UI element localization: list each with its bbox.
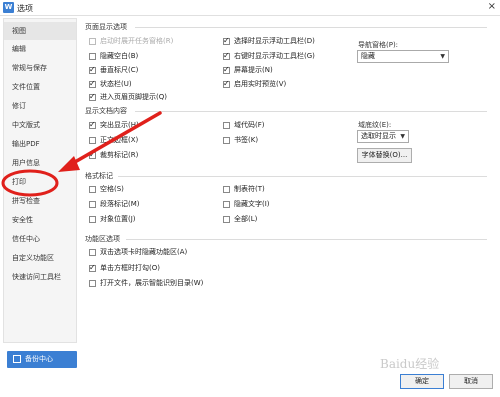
- checkbox-box[interactable]: [89, 280, 96, 287]
- checkbox-box[interactable]: [89, 137, 96, 144]
- window-title: 选项: [17, 4, 33, 13]
- checkbox-box[interactable]: [89, 79, 96, 88]
- sidebar-item-trust-center[interactable]: 信任中心: [4, 230, 76, 248]
- divider: [118, 176, 487, 177]
- group-title-format-marks: 格式标记: [85, 172, 113, 180]
- checkbox-box[interactable]: [223, 79, 230, 88]
- sidebar-item-quick-access[interactable]: 快速访问工具栏: [4, 268, 76, 286]
- divider: [126, 239, 487, 240]
- checkbox-box[interactable]: [89, 263, 96, 272]
- chevron-down-icon: ▼: [400, 133, 405, 140]
- sidebar-item-view[interactable]: 视图: [4, 22, 76, 40]
- checkbox-box[interactable]: [89, 216, 96, 223]
- checkbox-box[interactable]: [223, 65, 230, 74]
- sidebar-item-security[interactable]: 安全性: [4, 211, 76, 229]
- sidebar-item-edit[interactable]: 编辑: [4, 40, 76, 58]
- sidebar-item-customize-ribbon[interactable]: 自定义功能区: [4, 249, 76, 267]
- checkbox-box[interactable]: [89, 53, 96, 60]
- group-title-page-display: 页面显示选项: [85, 23, 127, 31]
- ok-button[interactable]: 确定: [400, 374, 444, 389]
- checkbox-box[interactable]: [89, 186, 96, 193]
- sidebar-item-general-save[interactable]: 常规与保存: [4, 59, 76, 77]
- watermark: Baidu经验: [380, 357, 440, 371]
- group-title-ribbon: 功能区选项: [85, 235, 120, 243]
- checkbox-box[interactable]: [89, 249, 96, 256]
- checkbox-box[interactable]: [223, 201, 230, 208]
- divider: [135, 27, 487, 28]
- sidebar-item-print[interactable]: 打印: [4, 173, 76, 191]
- sidebar-item-chinese-layout[interactable]: 中文版式: [4, 116, 76, 134]
- nav-pane-label: 导航窗格(P):: [358, 41, 399, 49]
- cancel-button[interactable]: 取消: [449, 374, 493, 389]
- checkbox-box[interactable]: [89, 201, 96, 208]
- sidebar-item-export-pdf[interactable]: 输出PDF: [4, 135, 76, 153]
- checkbox-box[interactable]: [223, 36, 230, 45]
- font-replace-button[interactable]: 字体替换(O)...: [357, 148, 412, 163]
- checkbox-box[interactable]: [223, 137, 230, 144]
- sidebar-item-revision[interactable]: 修订: [4, 97, 76, 115]
- app-icon: W: [3, 2, 14, 13]
- sidebar-item-spell-check[interactable]: 拼写检查: [4, 192, 76, 210]
- sidebar-item-file-location[interactable]: 文件位置: [4, 78, 76, 96]
- sidebar: 视图 编辑 常规与保存 文件位置 修订 中文版式 输出PDF 用户信息 打印 拼…: [3, 18, 77, 343]
- backup-center-button[interactable]: 备份中心: [7, 351, 77, 368]
- nav-pane-select[interactable]: 隐藏 ▼: [357, 50, 449, 63]
- divider: [135, 111, 487, 112]
- checkbox-box[interactable]: [89, 38, 96, 45]
- field-shading-select[interactable]: 选取时显示 ▼: [357, 130, 409, 143]
- checkbox-box[interactable]: [223, 51, 230, 60]
- group-title-doc-content: 显示文档内容: [85, 107, 127, 115]
- checkbox-box[interactable]: [223, 216, 230, 223]
- title-bar: W 选项 ×: [0, 0, 500, 16]
- checkbox-box[interactable]: [223, 122, 230, 129]
- close-icon[interactable]: ×: [488, 1, 496, 12]
- backup-center-label: 备份中心: [25, 355, 53, 363]
- checkbox-box[interactable]: [89, 120, 96, 129]
- chevron-down-icon: ▼: [440, 53, 445, 60]
- sidebar-item-user-info[interactable]: 用户信息: [4, 154, 76, 172]
- checkbox-box[interactable]: [89, 150, 96, 159]
- field-shading-label: 域底纹(E):: [358, 121, 392, 129]
- checkbox-box[interactable]: [89, 65, 96, 74]
- checkbox-box[interactable]: [89, 92, 96, 101]
- checkbox-box[interactable]: [223, 186, 230, 193]
- backup-icon: [13, 355, 21, 363]
